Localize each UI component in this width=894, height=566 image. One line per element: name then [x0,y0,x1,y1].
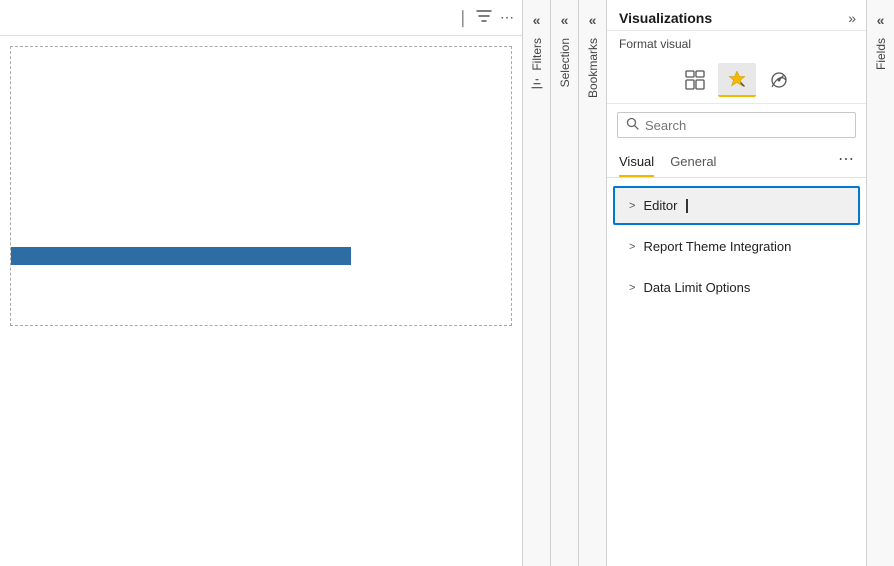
chevron-editor-icon: > [629,200,635,212]
fields-collapse-btn[interactable]: « [873,8,889,32]
filters-label[interactable]: Filters [530,32,544,96]
build-visual-button[interactable] [676,63,714,97]
bookmarks-label[interactable]: Bookmarks [586,32,600,104]
search-input[interactable] [645,118,847,133]
viz-expand-btn[interactable]: » [848,10,856,26]
canvas-area: │ ⋯ [0,0,522,566]
accordion-report-theme-label: Report Theme Integration [643,239,791,254]
search-icon [626,117,639,133]
text-cursor [686,199,688,213]
accordion-item-editor[interactable]: > Editor [613,186,860,225]
canvas-content [0,36,522,566]
viz-panel-title: Visualizations [619,10,712,26]
viz-subtitle: Format visual [607,31,866,57]
analytics-button[interactable] [760,63,798,97]
tabs-row: Visual General ⋯ [607,146,866,178]
filter-icon[interactable] [476,8,492,27]
format-icons-row [607,57,866,104]
tab-more-btn[interactable]: ⋯ [838,149,854,175]
viz-header: Visualizations » [607,0,866,31]
accordion-data-limit-label: Data Limit Options [643,280,750,295]
tab-visual[interactable]: Visual [619,146,654,177]
fields-label[interactable]: Fields [874,32,888,76]
accordion-list: > Editor > Report Theme Integration > Da… [607,178,866,566]
format-visual-button[interactable] [718,63,756,97]
visual-canvas[interactable] [10,46,512,326]
bar-chart-bar [11,247,351,265]
bookmarks-panel[interactable]: « Bookmarks [578,0,606,566]
chevron-report-theme-icon: > [629,241,635,253]
more-options-icon[interactable]: ⋯ [500,9,514,26]
accordion-item-report-theme[interactable]: > Report Theme Integration [613,227,860,266]
selection-panel[interactable]: « Selection [550,0,578,566]
chevron-data-limit-icon: > [629,282,635,294]
search-box[interactable] [617,112,856,138]
selection-label[interactable]: Selection [558,32,572,93]
accordion-editor-label: Editor [643,198,677,213]
selection-collapse-btn[interactable]: « [557,8,573,32]
fields-panel[interactable]: « Fields [866,0,894,566]
visualizations-panel: Visualizations » Format visual [606,0,866,566]
bookmarks-collapse-btn[interactable]: « [585,8,601,32]
accordion-item-data-limit[interactable]: > Data Limit Options [613,268,860,307]
tab-general[interactable]: General [670,146,716,177]
viz-header-actions: » [848,10,856,26]
cursor-icon[interactable]: │ [459,10,468,26]
canvas-toolbar: │ ⋯ [0,0,522,36]
filters-panel[interactable]: « Filters [522,0,550,566]
filters-collapse-btn[interactable]: « [529,8,545,32]
